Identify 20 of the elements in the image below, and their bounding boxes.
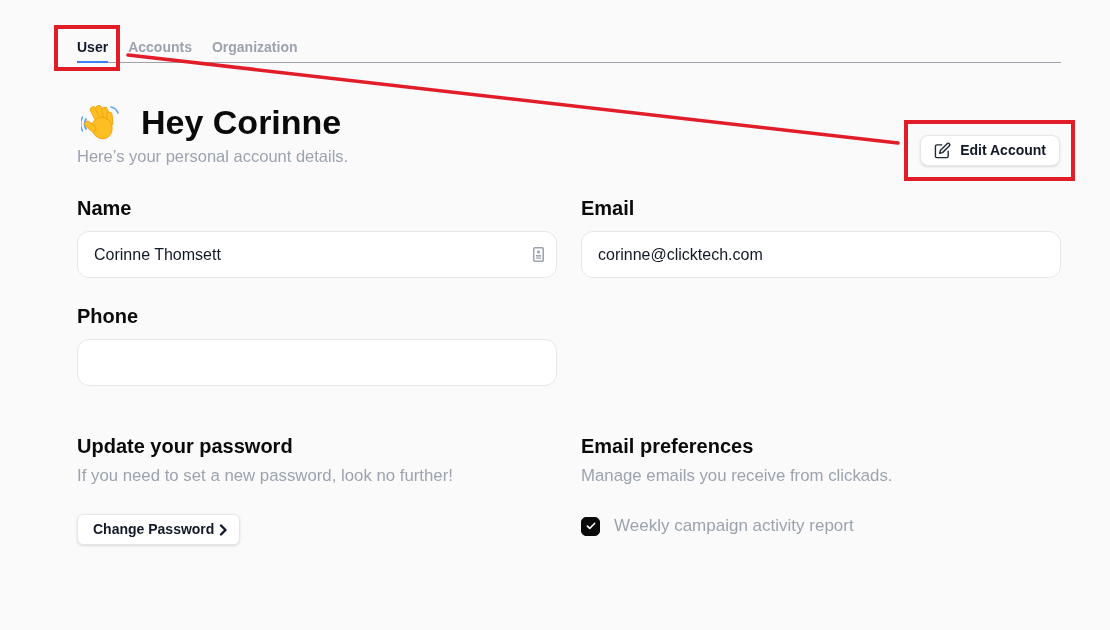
greeting-heading: Hey Corinne [141, 102, 342, 142]
section-description: Manage emails you receive from clickads. [581, 465, 894, 487]
section-heading: Email preferences [581, 434, 755, 459]
checkbox-label: Weekly campaign activity report [614, 515, 854, 537]
change-password-button[interactable]: Change Password [77, 514, 241, 545]
text-field[interactable]: corinne@clicktech.com [581, 231, 1061, 278]
section-description: If you need to set a new password, look no further! [77, 465, 454, 487]
chevron-right-icon [219, 523, 228, 536]
checkmark-icon [585, 522, 596, 530]
field-label: Phone [77, 304, 140, 329]
text-field[interactable]: Corinne Thomsett [77, 231, 557, 278]
section-heading: Update your password [77, 434, 294, 459]
checkbox[interactable] [581, 516, 600, 536]
page-subtitle: Here’s your personal account details. [77, 146, 349, 166]
field-label: Email [581, 196, 636, 221]
text-field[interactable] [77, 339, 557, 386]
edit-icon [934, 142, 952, 159]
field-label: Name [77, 196, 133, 221]
tab[interactable]: User [77, 37, 109, 63]
waving-hand-icon [81, 103, 121, 141]
